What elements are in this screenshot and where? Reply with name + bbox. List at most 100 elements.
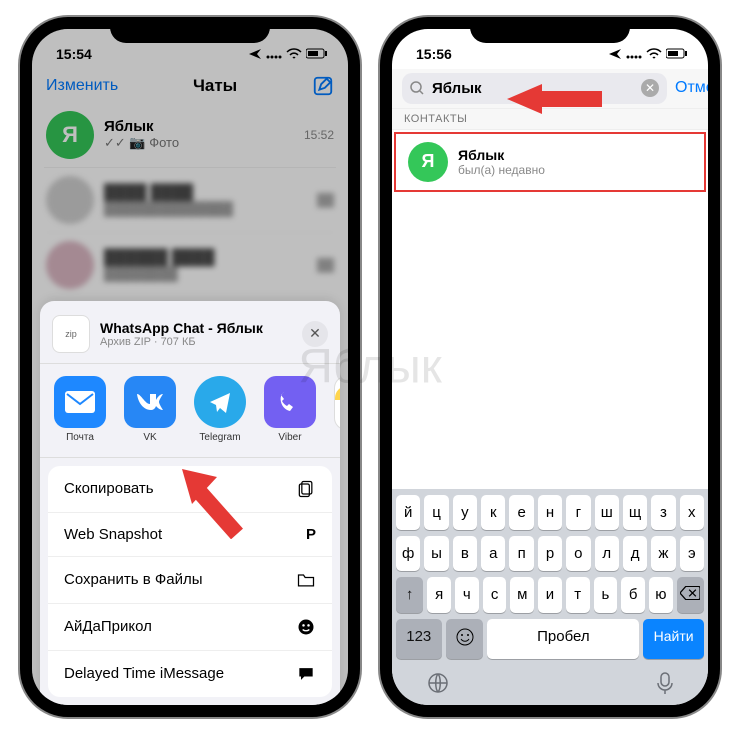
copy-icon xyxy=(296,479,316,499)
letter-key[interactable]: к xyxy=(481,495,505,530)
action-label: Сохранить в Файлы xyxy=(64,571,203,588)
keyboard-toolbar xyxy=(396,665,704,697)
letter-key[interactable]: ф xyxy=(396,536,420,571)
letter-key[interactable]: м xyxy=(510,577,534,613)
mic-icon[interactable] xyxy=(656,671,674,695)
clear-icon[interactable]: ✕ xyxy=(641,79,659,97)
action-label: Web Snapshot xyxy=(64,526,162,543)
action-label: АйДаПрикол xyxy=(64,618,152,635)
action-label: Delayed Time iMessage xyxy=(64,665,224,682)
file-badge: zip xyxy=(52,315,90,353)
screen-right: 15:56 ✕ Отмена КОНТАКТЫ Я Яблык xyxy=(392,29,708,705)
emoji-icon xyxy=(456,628,474,646)
signal-icon xyxy=(626,49,642,59)
find-key[interactable]: Найти xyxy=(643,619,704,659)
letter-key[interactable]: п xyxy=(509,536,533,571)
letter-key[interactable]: ц xyxy=(424,495,448,530)
letter-key[interactable]: б xyxy=(621,577,645,613)
letter-key[interactable]: р xyxy=(538,536,562,571)
empty-area xyxy=(392,194,708,489)
letter-key[interactable]: ю xyxy=(649,577,673,613)
result-subtitle: был(а) недавно xyxy=(458,163,545,177)
phone-right: 15:56 ✕ Отмена КОНТАКТЫ Я Яблык xyxy=(380,17,720,717)
p-icon: P xyxy=(306,526,316,543)
action-delayed-imessage[interactable]: Delayed Time iMessage xyxy=(48,651,332,697)
letter-key[interactable]: а xyxy=(481,536,505,571)
letter-key[interactable]: ь xyxy=(594,577,618,613)
search-icon xyxy=(410,81,424,95)
letter-key[interactable]: д xyxy=(623,536,647,571)
share-app-telegram[interactable]: Telegram xyxy=(194,376,246,445)
letter-key[interactable]: ш xyxy=(595,495,619,530)
screen-left: 15:54 Изменить Чаты Я Яблык ✓✓ 📷 Фото 15… xyxy=(32,29,348,705)
letter-key[interactable]: е xyxy=(509,495,533,530)
keyboard-row-bottom: 123 Пробел Найти xyxy=(396,619,704,659)
arrow-annotation xyxy=(172,459,252,539)
phone-left: 15:54 Изменить Чаты Я Яблык ✓✓ 📷 Фото 15… xyxy=(20,17,360,717)
letter-key[interactable]: в xyxy=(453,536,477,571)
backspace-key[interactable] xyxy=(677,577,704,613)
letter-key[interactable]: у xyxy=(453,495,477,530)
avatar: Я xyxy=(408,142,448,182)
notch xyxy=(470,17,630,43)
backspace-icon xyxy=(680,586,700,600)
share-title: WhatsApp Chat - Яблык xyxy=(100,320,263,336)
letter-key[interactable]: г xyxy=(566,495,590,530)
letter-key[interactable]: ч xyxy=(455,577,479,613)
keyboard-row-2: фывапролджэ xyxy=(396,536,704,571)
share-app-label: Telegram xyxy=(199,432,240,443)
action-joke[interactable]: АйДаПрикол xyxy=(48,604,332,651)
notes-icon xyxy=(334,376,340,430)
letter-key[interactable]: х xyxy=(680,495,704,530)
share-subtitle: Архив ZIP · 707 КБ xyxy=(100,336,263,348)
letter-key[interactable]: э xyxy=(680,536,704,571)
action-save-files[interactable]: Сохранить в Файлы xyxy=(48,557,332,604)
shift-key[interactable]: ↑ xyxy=(396,577,423,613)
keyboard: йцукенгшщзх фывапролджэ ↑ ячсмитьбю 123 … xyxy=(392,489,708,705)
letter-key[interactable]: ы xyxy=(424,536,448,571)
letter-key[interactable]: й xyxy=(396,495,420,530)
folder-icon xyxy=(296,570,316,590)
share-app-label: Viber xyxy=(278,432,301,443)
vk-icon xyxy=(124,376,176,428)
numbers-key[interactable]: 123 xyxy=(396,619,442,659)
share-app-viber[interactable]: Viber xyxy=(264,376,316,445)
letter-key[interactable]: я xyxy=(427,577,451,613)
share-app-vk[interactable]: VK xyxy=(124,376,176,445)
letter-key[interactable]: щ xyxy=(623,495,647,530)
share-app-label: VK xyxy=(143,432,156,443)
letter-key[interactable]: и xyxy=(538,577,562,613)
bubble-icon xyxy=(296,664,316,684)
letter-key[interactable]: ж xyxy=(651,536,675,571)
face-icon xyxy=(296,617,316,637)
share-app-label: Почта xyxy=(66,432,94,443)
status-time: 15:56 xyxy=(416,46,452,62)
emoji-key[interactable] xyxy=(446,619,484,659)
close-icon[interactable]: ✕ xyxy=(302,321,328,347)
globe-icon[interactable] xyxy=(426,671,450,695)
viber-icon xyxy=(264,376,316,428)
keyboard-row-1: йцукенгшщзх xyxy=(396,495,704,530)
arrow-annotation xyxy=(502,79,602,119)
share-header: zip WhatsApp Chat - Яблык Архив ZIP · 70… xyxy=(40,311,340,364)
letter-key[interactable]: т xyxy=(566,577,590,613)
space-key[interactable]: Пробел xyxy=(487,619,639,659)
letter-key[interactable]: н xyxy=(538,495,562,530)
battery-icon xyxy=(666,48,688,59)
letter-key[interactable]: с xyxy=(483,577,507,613)
wifi-icon xyxy=(646,48,662,60)
letter-key[interactable]: о xyxy=(566,536,590,571)
action-label: Скопировать xyxy=(64,480,154,497)
mail-icon xyxy=(54,376,106,428)
share-app-notes[interactable]: Заметки xyxy=(334,376,340,445)
search-result[interactable]: Я Яблык был(а) недавно xyxy=(394,132,706,192)
letter-key[interactable]: з xyxy=(651,495,675,530)
share-app-mail[interactable]: Почта xyxy=(54,376,106,445)
letter-key[interactable]: л xyxy=(595,536,619,571)
share-apps-row: Почта VK Telegram xyxy=(40,364,340,458)
airplane-icon xyxy=(608,48,622,60)
notch xyxy=(110,17,270,43)
status-icons xyxy=(608,48,688,60)
cancel-button[interactable]: Отмена xyxy=(675,79,708,97)
result-name: Яблык xyxy=(458,147,545,163)
